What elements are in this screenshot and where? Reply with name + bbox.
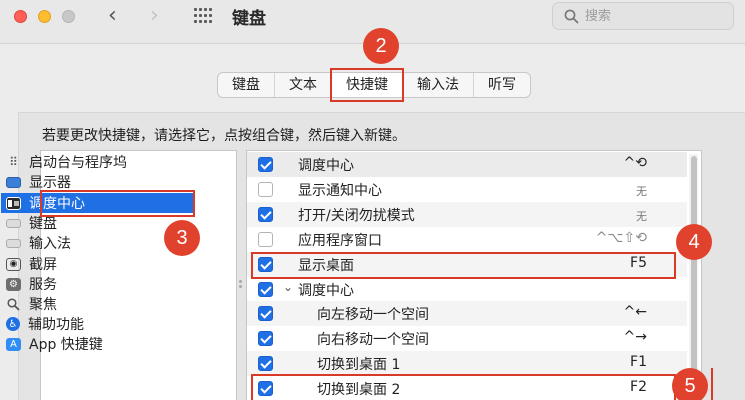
shortcut-key[interactable]: 无 <box>636 183 647 199</box>
shortcut-checkbox[interactable] <box>258 207 273 222</box>
annotation-box-desktop-2 <box>251 374 676 400</box>
annotation-edge-mark <box>711 368 713 400</box>
scrollbar[interactable] <box>689 154 698 400</box>
tab-keyboard[interactable]: 键盘 <box>218 73 275 97</box>
category-label: 服务 <box>29 277 57 293</box>
shortcut-row[interactable]: 应用程序窗口 ^⌥⇧⟲ <box>247 227 687 252</box>
category-label: 截屏 <box>29 257 57 273</box>
shortcut-checkbox[interactable] <box>258 282 273 297</box>
category-launchpad[interactable]: ⠿ 启动台与程序坞 <box>6 152 194 172</box>
shortcut-label: 切换到桌面 1 <box>317 357 401 373</box>
shortcut-checkbox[interactable] <box>258 182 273 197</box>
annotation-badge-5: 5 <box>672 368 708 400</box>
app-store-icon: A <box>6 337 21 351</box>
scrollbar-thumb[interactable] <box>691 156 697 398</box>
forward-chevron-icon[interactable]: › <box>150 4 159 28</box>
shortcut-group-row[interactable]: ⌄ 调度中心 <box>247 277 687 302</box>
annotation-box-tab <box>330 68 404 102</box>
category-services[interactable]: ⚙ 服务 <box>6 274 194 294</box>
search-field[interactable] <box>552 2 734 30</box>
search-input[interactable] <box>585 6 725 26</box>
services-icon: ⚙ <box>6 277 21 291</box>
search-icon <box>564 9 579 24</box>
annotation-box-category <box>40 190 195 217</box>
shortcut-row[interactable]: 调度中心 ^⟲ <box>247 152 687 177</box>
category-label: 输入法 <box>29 236 71 252</box>
shortcut-label: 调度中心 <box>298 158 354 174</box>
category-screenshots[interactable]: ◉ 截屏 <box>6 254 194 274</box>
shortcut-key[interactable]: F1 <box>630 354 647 370</box>
show-all-grid-icon[interactable] <box>194 8 214 24</box>
category-label: App 快捷键 <box>29 337 103 353</box>
shortcut-label: 向右移动一个空间 <box>317 332 429 348</box>
back-chevron-icon[interactable]: ‹ <box>108 4 117 28</box>
shortcut-row[interactable]: 切换到桌面 1 F1 <box>247 351 687 376</box>
annotation-badge-4: 4 <box>676 224 712 260</box>
annotation-badge-3: 3 <box>164 220 200 256</box>
shortcut-label: 应用程序窗口 <box>298 233 382 249</box>
shortcut-key[interactable]: ^⌥⇧⟲ <box>596 230 647 246</box>
category-spotlight[interactable]: 聚焦 <box>6 294 194 314</box>
minimize-window-button[interactable] <box>38 10 51 23</box>
category-accessibility[interactable]: ♿ 辅助功能 <box>6 314 194 334</box>
shortcut-row[interactable]: 向左移动一个空间 ^← <box>247 301 687 326</box>
category-label: 启动台与程序坞 <box>29 155 127 171</box>
shortcut-label: 向左移动一个空间 <box>317 307 429 323</box>
category-displays[interactable]: 显示器 <box>6 172 194 192</box>
shortcut-key[interactable]: 无 <box>636 208 647 224</box>
tab-text[interactable]: 文本 <box>275 73 332 97</box>
category-label: 显示器 <box>29 175 71 191</box>
screenshot-icon: ◉ <box>6 257 21 271</box>
disclosure-chevron-icon[interactable]: ⌄ <box>283 280 293 294</box>
shortcut-key[interactable]: ^⟲ <box>624 155 647 171</box>
category-label: 聚焦 <box>29 297 57 313</box>
shortcut-label: 显示通知中心 <box>298 183 382 199</box>
annotation-badge-2: 2 <box>363 28 399 64</box>
shortcut-key[interactable]: ^← <box>624 304 647 320</box>
instruction-text: 若要更改快捷键，请选择它，点按组合键，然后键入新键。 <box>42 128 406 144</box>
keyboard-icon <box>6 218 21 228</box>
zoom-window-button[interactable] <box>62 10 75 23</box>
shortcut-checkbox[interactable] <box>258 331 273 346</box>
accessibility-icon: ♿ <box>6 317 20 331</box>
input-method-icon <box>6 238 21 248</box>
shortcut-checkbox[interactable] <box>258 157 273 172</box>
display-icon <box>6 176 21 188</box>
category-label: 辅助功能 <box>28 317 84 333</box>
shortcut-checkbox[interactable] <box>258 356 273 371</box>
window-title: 键盘 <box>232 9 266 29</box>
shortcut-label: 调度中心 <box>298 283 354 299</box>
shortcut-row[interactable]: 打开/关闭勿扰模式 无 <box>247 202 687 227</box>
shortcut-row[interactable]: 显示通知中心 无 <box>247 177 687 202</box>
category-app-shortcuts[interactable]: A App 快捷键 <box>6 334 194 354</box>
close-window-button[interactable] <box>14 10 27 23</box>
annotation-box-show-desktop <box>251 252 676 279</box>
tab-input-sources[interactable]: 输入法 <box>403 73 474 97</box>
launchpad-icon: ⠿ <box>9 155 18 169</box>
shortcut-row[interactable]: 向右移动一个空间 ^→ <box>247 326 687 351</box>
tab-dictation[interactable]: 听写 <box>474 73 530 97</box>
spotlight-icon <box>6 297 21 311</box>
shortcut-checkbox[interactable] <box>258 306 273 321</box>
split-view-handle[interactable] <box>239 280 242 290</box>
mission-control-icon <box>6 196 21 210</box>
shortcut-key[interactable]: ^→ <box>624 329 647 345</box>
shortcut-label: 打开/关闭勿扰模式 <box>298 208 415 224</box>
shortcut-checkbox[interactable] <box>258 232 273 247</box>
